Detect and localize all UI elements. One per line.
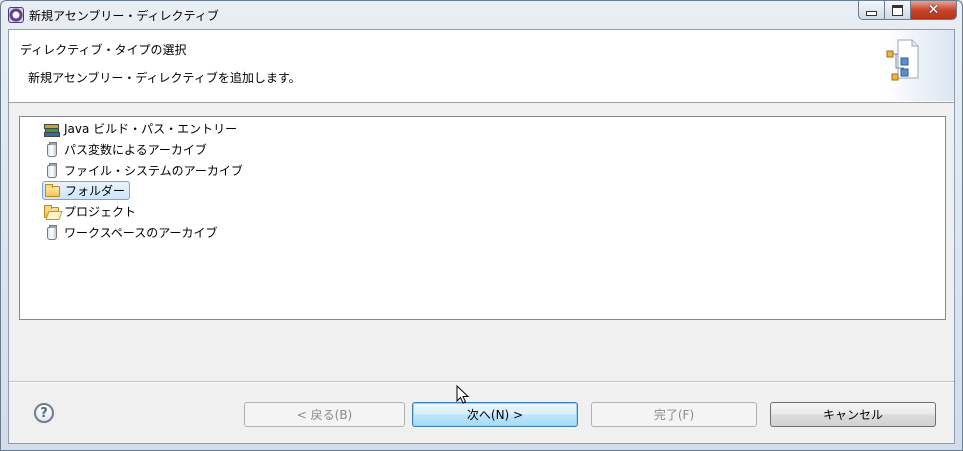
- jar-icon: [44, 224, 60, 241]
- list-item[interactable]: パス変数によるアーカイブ: [42, 140, 211, 159]
- dialog-client-area: ディレクティブ・タイプの選択 新規アセンブリー・ディレクティブを追加します。 J…: [8, 29, 955, 444]
- list-item-label: フォルダー: [65, 184, 126, 198]
- help-icon[interactable]: ?: [34, 403, 54, 423]
- jar-icon: [44, 141, 60, 158]
- button-bar-separator: [9, 381, 954, 383]
- folder-icon: [45, 183, 61, 199]
- window-title: 新規アセンブリー・ディレクティブ: [29, 9, 219, 23]
- list-item-label: パス変数によるアーカイブ: [64, 143, 207, 157]
- list-item-label: ファイル・システムのアーカイブ: [64, 164, 243, 178]
- list-item-selected[interactable]: フォルダー: [42, 181, 131, 200]
- back-button[interactable]: < 戻る(B): [244, 402, 405, 427]
- wizard-banner: ディレクティブ・タイプの選択 新規アセンブリー・ディレクティブを追加します。: [9, 30, 954, 103]
- eclipse-icon: [8, 7, 24, 23]
- list-item-label: Java ビルド・パス・エントリー: [64, 122, 238, 136]
- directive-type-list[interactable]: Java ビルド・パス・エントリー パス変数によるアーカイブ ファイル・システム…: [19, 116, 946, 320]
- wizard-banner-icon: [884, 30, 954, 101]
- java-build-path-icon: [44, 121, 60, 137]
- jar-icon: [44, 162, 60, 179]
- title-bar[interactable]: 新規アセンブリー・ディレクティブ ✕: [1, 1, 962, 29]
- maximize-icon: [892, 4, 903, 16]
- minimize-icon: [866, 10, 877, 16]
- list-item[interactable]: Java ビルド・パス・エントリー: [42, 119, 241, 138]
- next-button[interactable]: 次へ(N) >: [412, 402, 578, 427]
- list-item[interactable]: プロジェクト: [42, 202, 140, 221]
- dialog-window: 新規アセンブリー・ディレクティブ ✕ ディレクティブ・タイプの選択 新規アセンブ…: [0, 0, 963, 451]
- window-controls: ✕: [858, 1, 957, 21]
- list-item-label: プロジェクト: [64, 205, 137, 219]
- project-icon: [44, 204, 60, 220]
- banner-description: 新規アセンブリー・ディレクティブを追加します。: [28, 71, 301, 85]
- mouse-cursor-icon: [456, 385, 470, 404]
- maximize-button[interactable]: [885, 1, 911, 20]
- minimize-button[interactable]: [858, 1, 885, 20]
- cancel-button[interactable]: キャンセル: [770, 402, 936, 427]
- close-button[interactable]: ✕: [911, 1, 957, 20]
- close-icon: ✕: [927, 2, 940, 18]
- banner-title: ディレクティブ・タイプの選択: [20, 43, 187, 57]
- list-item[interactable]: ワークスペースのアーカイブ: [42, 223, 221, 242]
- finish-button[interactable]: 完了(F): [591, 402, 757, 427]
- list-item[interactable]: ファイル・システムのアーカイブ: [42, 161, 247, 180]
- list-item-label: ワークスペースのアーカイブ: [64, 226, 218, 240]
